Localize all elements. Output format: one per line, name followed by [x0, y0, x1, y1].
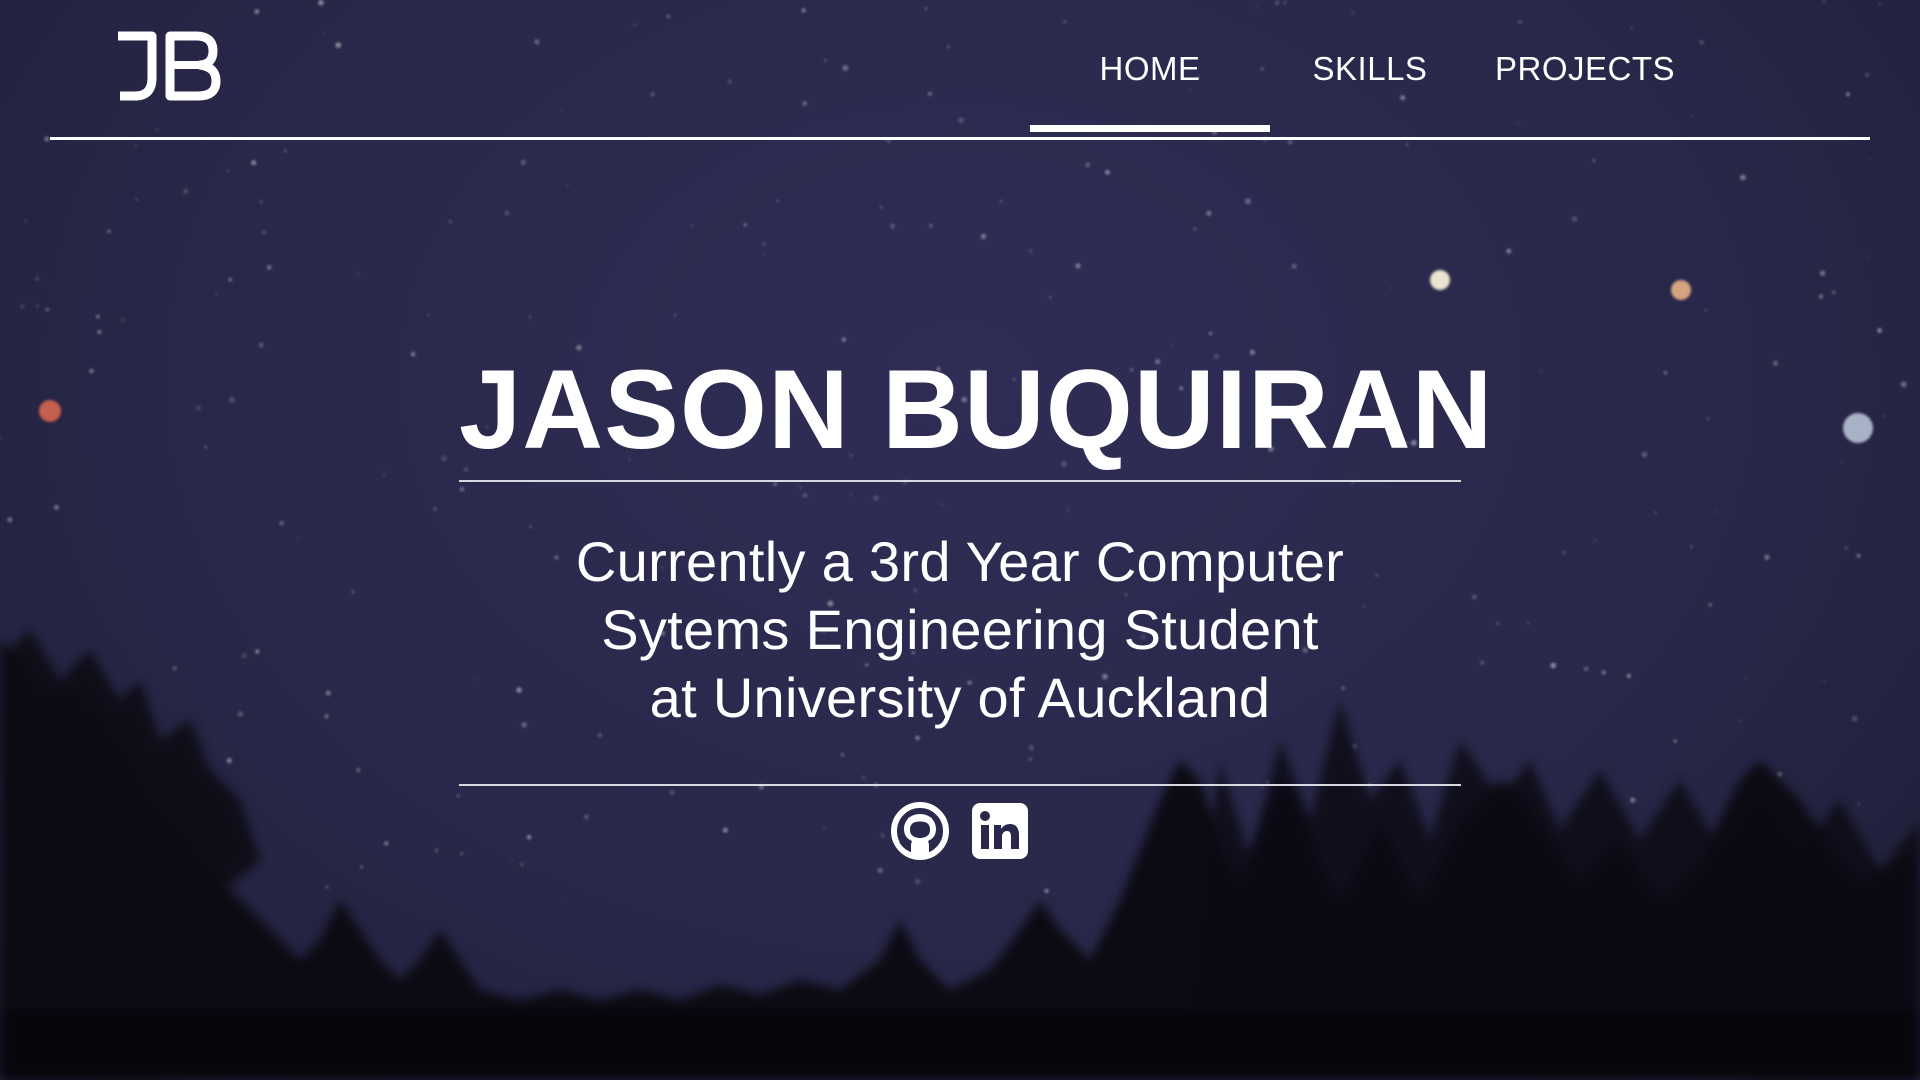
hero-tagline-line: at University of Auckland [649, 666, 1271, 729]
jb-logo-icon[interactable] [112, 28, 222, 104]
social-links [459, 802, 1461, 860]
hero-divider-top [459, 480, 1461, 482]
hero-tagline: Currently a 3rd Year Computer Sytems Eng… [459, 528, 1461, 732]
linkedin-icon[interactable] [971, 802, 1029, 860]
hero-tagline-line: Currently a 3rd Year Computer [575, 530, 1345, 593]
nav-skills[interactable]: SKILLS [1270, 40, 1470, 130]
header-divider [50, 137, 1870, 140]
nav-projects[interactable]: PROJECTS [1470, 40, 1700, 130]
hero-tagline-line: Sytems Engineering Student [601, 598, 1319, 661]
hero-name: JASON BUQUIRAN [459, 347, 1494, 472]
hero-divider-bottom [459, 784, 1461, 786]
hero-section: JASON BUQUIRAN Currently a 3rd Year Comp… [459, 340, 1494, 860]
page: HOME SKILLS PROJECTS JASON BUQUIRAN Curr… [0, 0, 1920, 1080]
nav-home[interactable]: HOME [1030, 40, 1270, 132]
github-icon[interactable] [891, 802, 949, 860]
main-nav: HOME SKILLS PROJECTS [1030, 40, 1700, 132]
